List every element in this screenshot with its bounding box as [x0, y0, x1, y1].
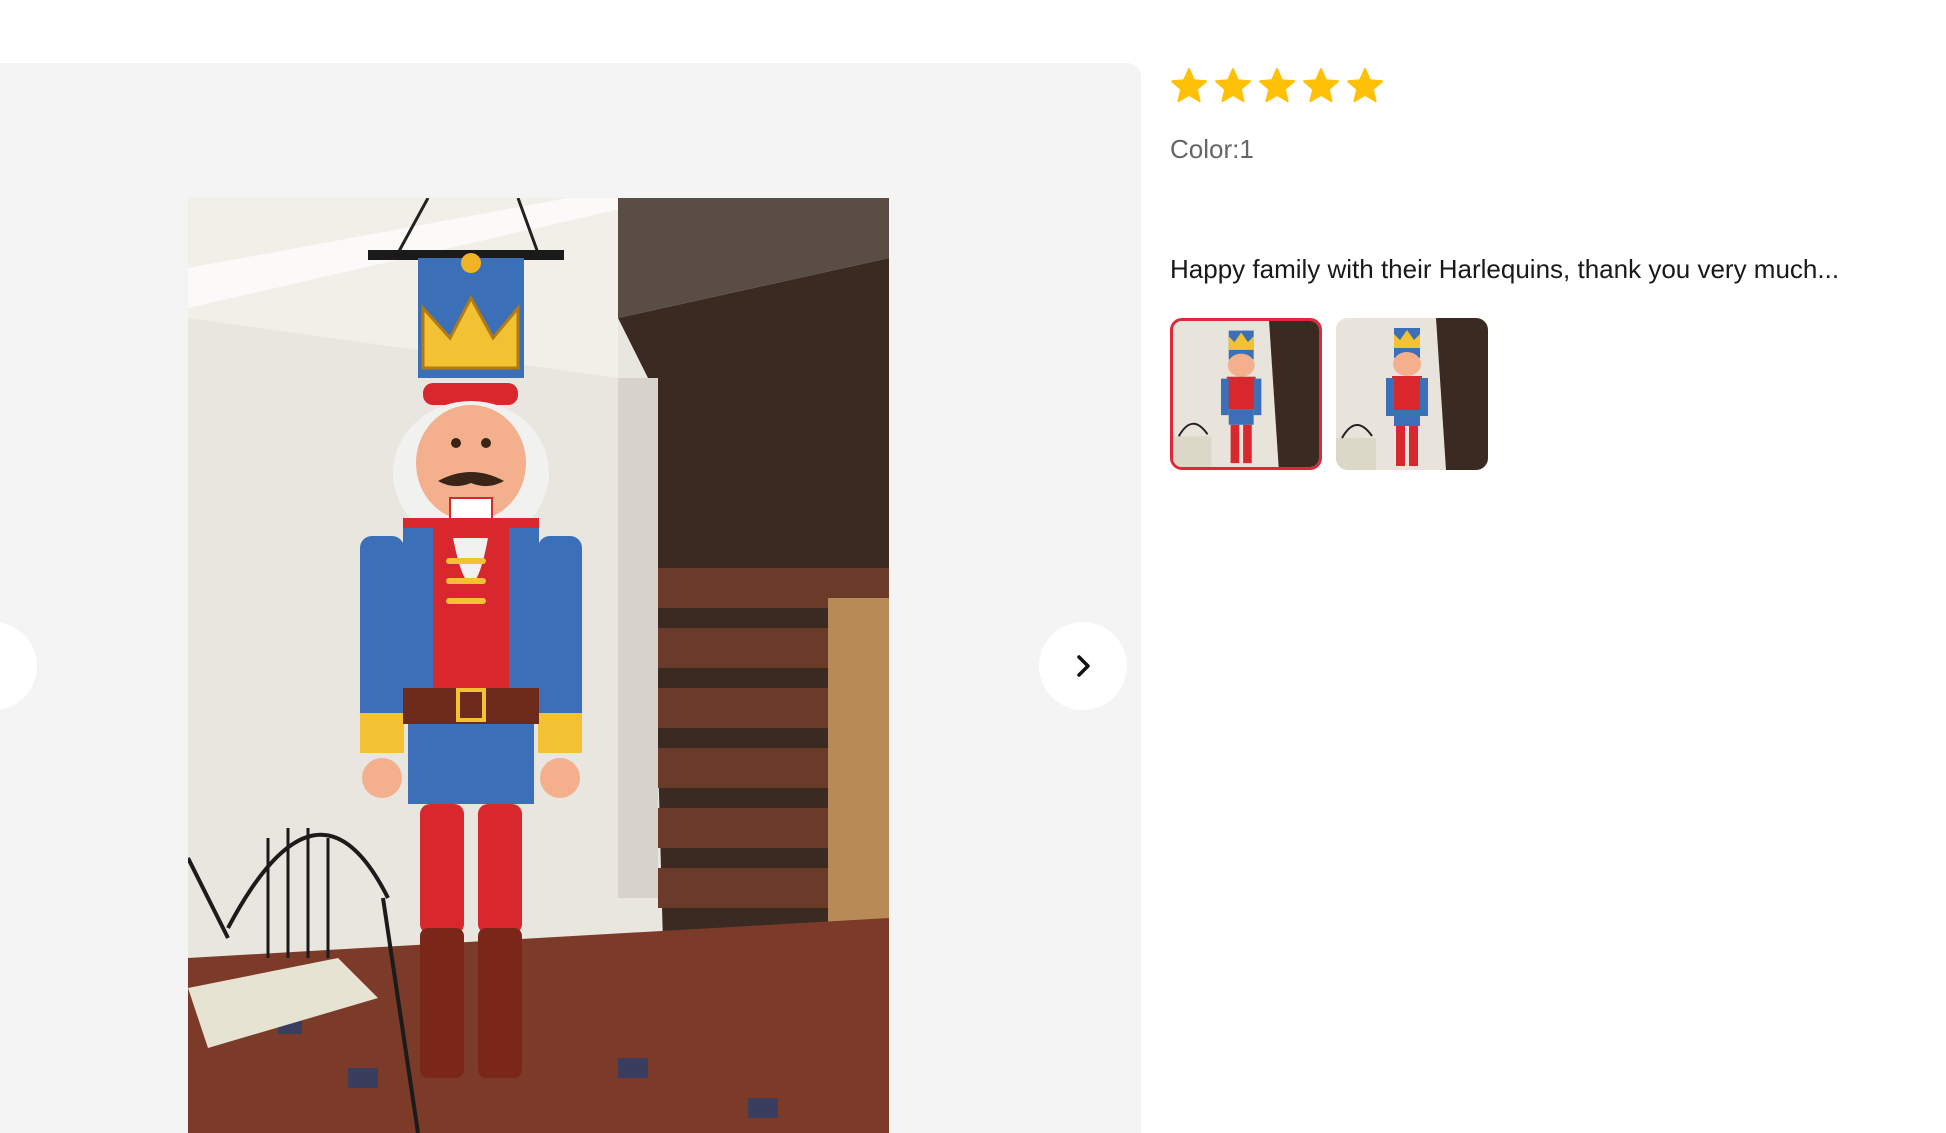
- thumbnail-2[interactable]: [1336, 318, 1488, 470]
- chevron-right-icon: [1077, 655, 1090, 677]
- color-variant-label: Color:1: [1170, 134, 1254, 164]
- next-image-button[interactable]: [1039, 622, 1127, 710]
- main-photo: [188, 198, 889, 1133]
- review-text: Happy family with their Harlequins, than…: [1170, 254, 1840, 284]
- star-icon: [1302, 67, 1340, 105]
- review-details: Color:1 Happy family with their Harlequi…: [1170, 64, 1930, 470]
- image-gallery: [0, 63, 1141, 1133]
- star-icon: [1346, 67, 1384, 105]
- star-icon: [1258, 67, 1296, 105]
- chevron-left-icon: [0, 653, 6, 679]
- star-icon: [1170, 67, 1208, 105]
- star-icon: [1214, 67, 1252, 105]
- star-rating: [1170, 64, 1930, 108]
- review-page: Color:1 Happy family with their Harlequi…: [0, 0, 1946, 1133]
- thumbnail-1[interactable]: [1170, 318, 1322, 470]
- previous-image-button[interactable]: [0, 622, 37, 710]
- thumbnail-strip: [1170, 318, 1488, 470]
